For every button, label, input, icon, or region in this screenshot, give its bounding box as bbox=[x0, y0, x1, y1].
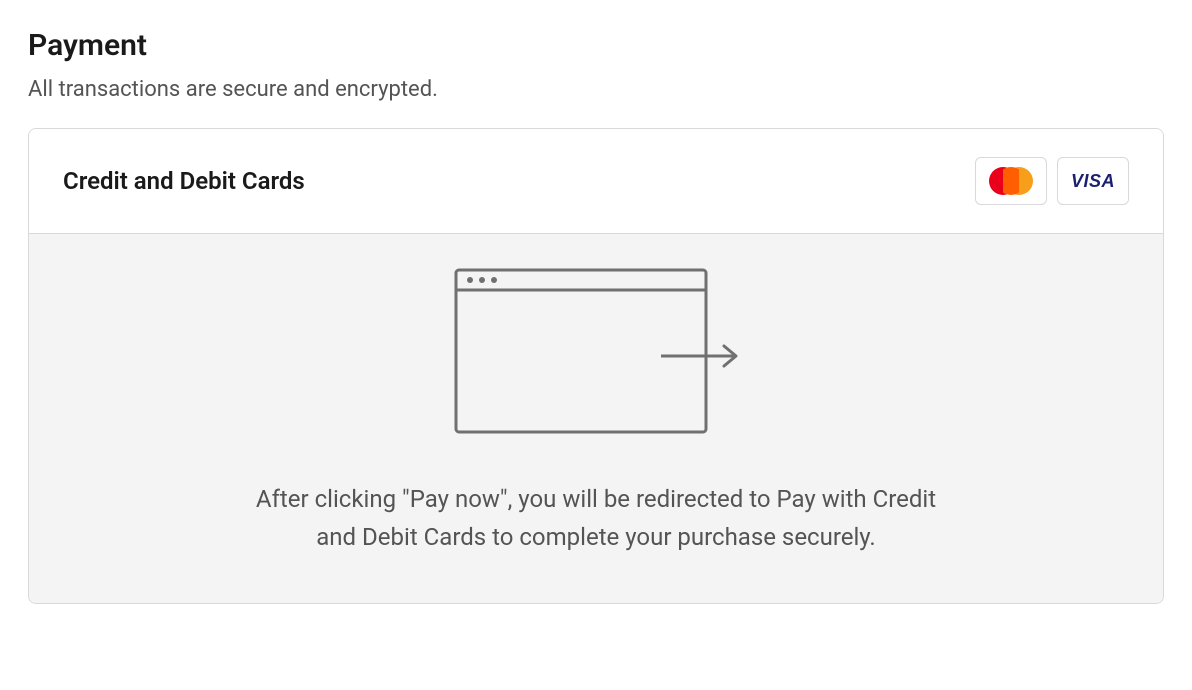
mastercard-icon bbox=[975, 157, 1047, 205]
redirect-window-icon bbox=[89, 268, 1103, 438]
payment-method-box: Credit and Debit Cards VISA bbox=[28, 128, 1164, 604]
section-title: Payment bbox=[28, 28, 1164, 63]
payment-method-label: Credit and Debit Cards bbox=[63, 167, 305, 195]
card-brand-badges: VISA bbox=[975, 157, 1129, 205]
payment-section: Payment All transactions are secure and … bbox=[28, 28, 1164, 604]
payment-method-header[interactable]: Credit and Debit Cards VISA bbox=[29, 129, 1163, 233]
section-subtitle: All transactions are secure and encrypte… bbox=[28, 77, 1164, 102]
visa-icon: VISA bbox=[1057, 157, 1129, 205]
redirect-message: After clicking "Pay now", you will be re… bbox=[236, 480, 956, 557]
payment-method-body: After clicking "Pay now", you will be re… bbox=[29, 233, 1163, 603]
